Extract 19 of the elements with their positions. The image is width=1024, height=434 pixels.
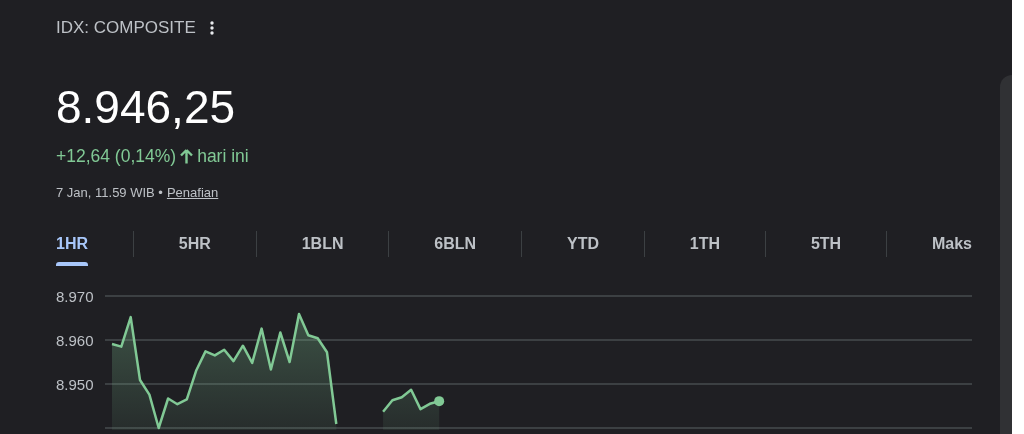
- range-tab[interactable]: 5HR: [178, 225, 211, 262]
- range-tab[interactable]: Maks: [931, 225, 972, 262]
- exchange-label: IDX: COMPOSITE: [56, 18, 196, 38]
- range-tab[interactable]: 1BLN: [301, 225, 344, 262]
- axis-label: 8.950: [56, 376, 94, 393]
- range-tab[interactable]: 5TH: [810, 225, 842, 262]
- price-value: 8.946,25: [56, 84, 236, 130]
- change-period: hari ini: [197, 146, 249, 167]
- range-tab[interactable]: 1TH: [689, 225, 721, 262]
- range-tab[interactable]: 6BLN: [434, 225, 477, 262]
- timestamp: 7 Jan, 11.59 WIB •: [56, 185, 163, 200]
- up-arrow-icon: [180, 149, 194, 164]
- price-change: +12,64 (0,14%): [56, 146, 177, 167]
- more-options-icon[interactable]: [209, 21, 214, 35]
- disclaimer-link[interactable]: Penafian: [166, 185, 219, 200]
- axis-label: 8.970: [56, 288, 94, 305]
- axis-label: 8.960: [56, 332, 94, 349]
- range-tab[interactable]: YTD: [566, 225, 599, 262]
- scrollbar[interactable]: [1000, 75, 1012, 434]
